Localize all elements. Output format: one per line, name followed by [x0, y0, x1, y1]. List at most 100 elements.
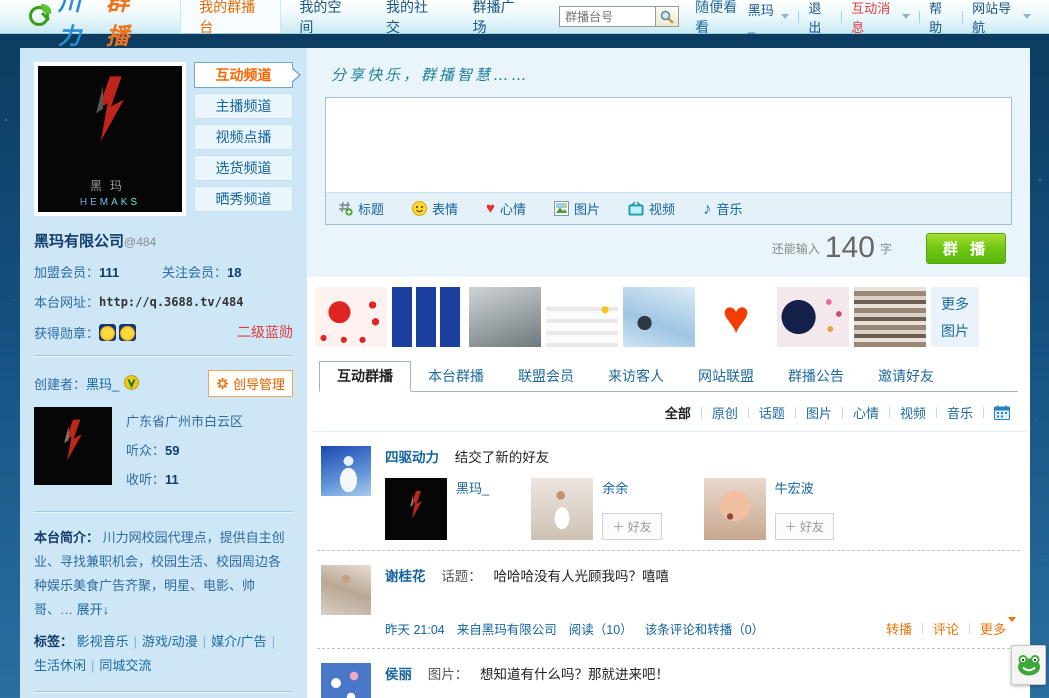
nav-tab-my-space[interactable]: 我的空间: [281, 0, 368, 33]
separator: |: [203, 634, 206, 649]
emoticon-tool[interactable]: 表情: [412, 199, 458, 218]
gallery-thumb-stripes[interactable]: [854, 287, 926, 347]
listeners-count: 59: [165, 443, 179, 458]
tag-link[interactable]: 生活休闲: [34, 658, 86, 673]
music-tool[interactable]: ♪ 音乐: [703, 199, 743, 218]
filter-mood[interactable]: 心情: [853, 403, 879, 422]
feed-tabs: 互动群播 本台群播 联盟会员 来访客人 网站联盟 群播公告 邀请好友: [319, 361, 1018, 392]
gallery-thumb-vip-promo[interactable]: [315, 287, 387, 347]
separator: [748, 407, 749, 418]
channel-anchor[interactable]: 主播频道: [194, 93, 293, 119]
tag-link[interactable]: 游戏/动漫: [142, 634, 198, 649]
tag-link[interactable]: 媒介/广告: [211, 634, 267, 649]
nav-tab-plaza[interactable]: 群播广场: [455, 0, 542, 33]
username-menu[interactable]: 黑玛_: [748, 0, 790, 34]
filter-video[interactable]: 视频: [900, 403, 926, 422]
compose-input[interactable]: [326, 98, 1011, 192]
station-url[interactable]: http://q.3688.tv/484: [99, 295, 244, 309]
gallery-thumb-blue-grid[interactable]: [392, 287, 464, 347]
video-tool[interactable]: 视频: [628, 199, 675, 218]
avatar[interactable]: [385, 478, 447, 540]
nav-tab-my-social[interactable]: 我的社交: [368, 0, 455, 33]
mood-tool[interactable]: ♥ 心情: [486, 199, 526, 218]
medal-rank-link[interactable]: 二级蓝勋: [237, 322, 293, 342]
more-button[interactable]: 更多: [980, 619, 1016, 638]
separator: [936, 407, 937, 418]
add-friend-button[interactable]: ＋ 好友: [602, 513, 661, 540]
broadcast-button[interactable]: 群 播: [926, 233, 1006, 264]
logout-link[interactable]: 退出: [808, 0, 832, 36]
station-tags: 标签： 影视音乐|游戏/动漫|媒介/广告|生活休闲|同城交流: [34, 630, 293, 678]
friend-name[interactable]: 牛宏波: [775, 478, 834, 497]
channel-shopping[interactable]: 选货频道: [194, 155, 293, 181]
channel-video[interactable]: 视频点播: [194, 124, 293, 150]
post-reads[interactable]: 阅读（10）: [569, 619, 633, 638]
tag-link[interactable]: 影视音乐: [77, 634, 129, 649]
friend-card: 余余 ＋ 好友: [531, 478, 661, 540]
avatar[interactable]: [321, 663, 371, 698]
gallery-thumb-rainy-bird[interactable]: [469, 287, 541, 347]
more-pictures-link[interactable]: 更多 图片: [931, 287, 979, 347]
avatar[interactable]: [321, 565, 371, 615]
station-avatar[interactable]: 黑玛 HEMAKS: [34, 62, 186, 216]
tab-station-feed[interactable]: 本台群播: [411, 362, 501, 391]
friend-name[interactable]: 余余: [602, 478, 661, 497]
expand-link[interactable]: 展开↓: [77, 602, 110, 617]
filter-picture[interactable]: 图片: [806, 403, 832, 422]
topic-tool[interactable]: 标题: [338, 199, 384, 218]
compose-toolbar: 标题 表情 ♥ 心情: [326, 192, 1011, 224]
chevron-down-icon: [1023, 14, 1031, 19]
friend-name[interactable]: 黑玛_: [456, 478, 489, 497]
post-source[interactable]: 来自黑玛有限公司: [457, 619, 557, 638]
repost-button[interactable]: 转播: [886, 619, 912, 638]
calendar-icon[interactable]: [994, 405, 1010, 420]
medals-label: 获得勋章：: [34, 323, 99, 342]
filter-topic[interactable]: 话题: [759, 403, 785, 422]
post-username[interactable]: 四驱动力: [385, 450, 439, 465]
channel-show[interactable]: 晒秀频道: [194, 186, 293, 212]
filter-all[interactable]: 全部: [665, 403, 691, 422]
tab-announcements[interactable]: 群播公告: [771, 362, 861, 391]
tab-visitors[interactable]: 来访客人: [591, 362, 681, 391]
filter-music[interactable]: 音乐: [947, 403, 973, 422]
post-text: 哈哈哈没有人光顾我吗？嘻嘻: [494, 569, 670, 584]
post-username[interactable]: 侯丽: [385, 667, 412, 682]
search-button[interactable]: [655, 6, 679, 27]
creator-name-link[interactable]: 黑玛_: [86, 374, 119, 393]
hemaks-logo-icon: [75, 74, 145, 162]
messages-link[interactable]: 互动消息 new: [851, 0, 910, 36]
gallery-thumb-cartoon[interactable]: [777, 287, 849, 347]
channel-interactive[interactable]: 互动频道: [194, 62, 293, 88]
help-link[interactable]: 帮助: [929, 0, 953, 36]
creator-avatar[interactable]: [34, 407, 112, 485]
brand-name-orange: 群播: [106, 0, 150, 51]
tab-interactive-feed[interactable]: 互动群播: [319, 361, 411, 392]
gallery-thumb-webpage[interactable]: [546, 287, 618, 347]
station-avatar-text: 黑玛: [38, 177, 182, 194]
manage-button[interactable]: 创导管理: [208, 370, 293, 397]
add-friend-button[interactable]: ＋ 好友: [775, 513, 834, 540]
site-logo[interactable]: 川力群播: [28, 0, 150, 33]
nav-tab-my-station[interactable]: 我的群播台: [180, 0, 281, 33]
picture-tool[interactable]: 图片: [554, 199, 600, 218]
gallery-thumb-heart[interactable]: ♥: [700, 287, 772, 347]
gallery-thumb-expo[interactable]: [623, 287, 695, 347]
filter-original[interactable]: 原创: [712, 403, 738, 422]
comment-button[interactable]: 评论: [933, 619, 959, 638]
avatar[interactable]: [704, 478, 766, 540]
post-comments-count[interactable]: 该条评论和转播（0）: [645, 619, 764, 638]
tab-site-alliance[interactable]: 网站联盟: [681, 362, 771, 391]
browse-around-link[interactable]: 随便看看: [695, 0, 748, 37]
search-input[interactable]: [559, 6, 655, 27]
post-time[interactable]: 昨天 21:04: [385, 619, 445, 638]
avatar[interactable]: [321, 446, 371, 496]
username-label: 黑玛_: [748, 0, 778, 34]
tab-invite-friends[interactable]: 邀请好友: [861, 362, 951, 391]
station-title: 黑玛有限公司: [34, 233, 124, 250]
sitenav-menu[interactable]: 网站导航: [972, 0, 1031, 36]
post-username[interactable]: 谢桂花: [385, 569, 426, 584]
avatar[interactable]: [531, 478, 593, 540]
tab-alliance-members[interactable]: 联盟会员: [501, 362, 591, 391]
tag-link[interactable]: 同城交流: [99, 658, 151, 673]
chat-widget-button[interactable]: [1011, 645, 1046, 685]
